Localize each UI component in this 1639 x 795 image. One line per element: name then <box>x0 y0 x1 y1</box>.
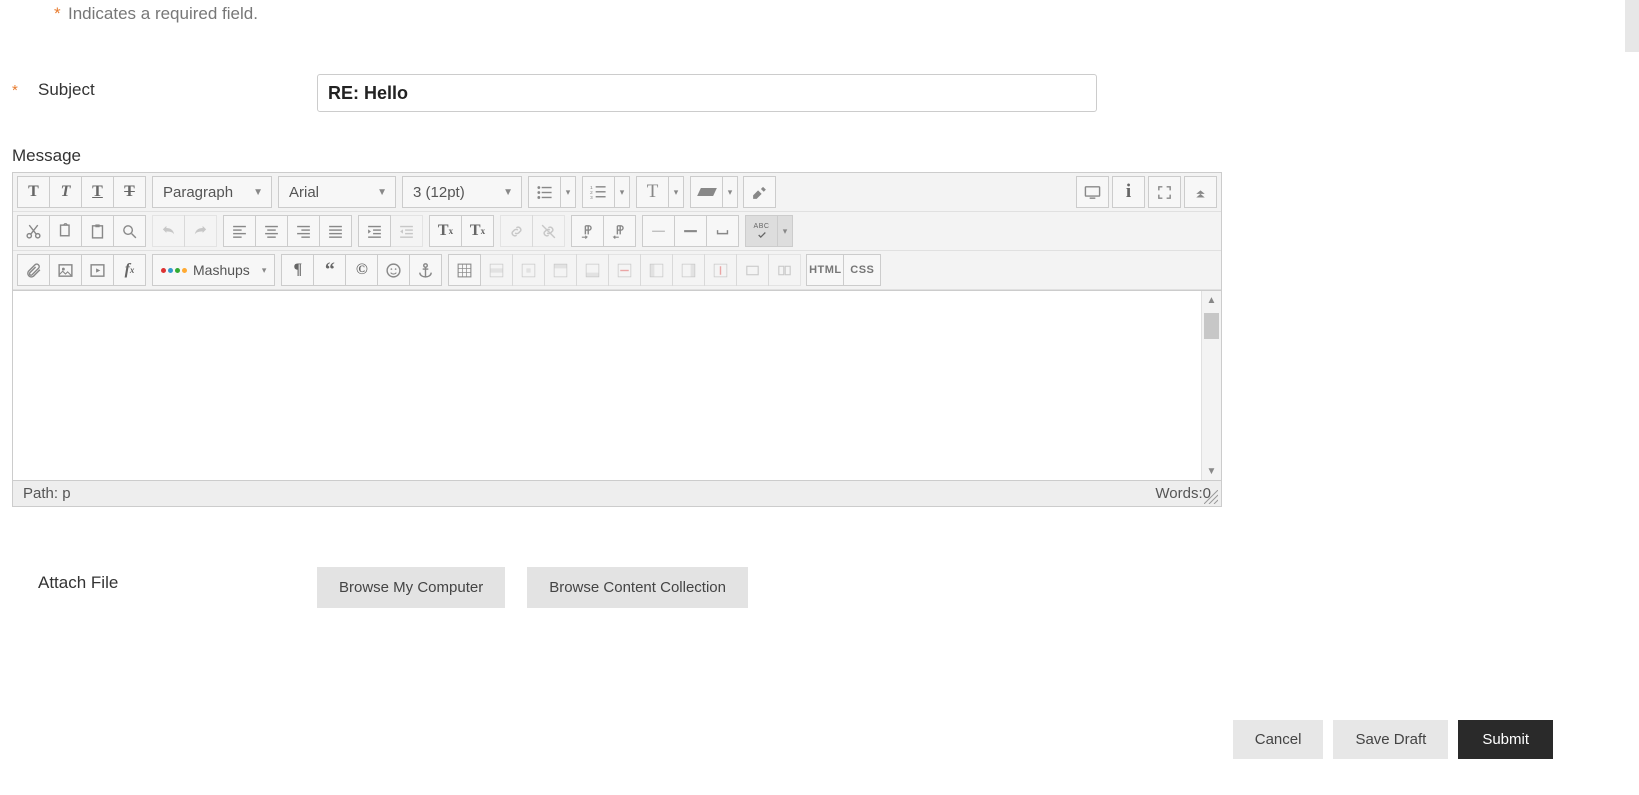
words-label: Words: <box>1155 485 1202 502</box>
rtl-button[interactable] <box>603 215 636 247</box>
remove-link-button[interactable] <box>532 215 565 247</box>
copy-button[interactable] <box>49 215 82 247</box>
scroll-thumb[interactable] <box>1204 313 1219 339</box>
strikethrough-button[interactable]: T <box>113 176 146 208</box>
outdent-button[interactable] <box>390 215 423 247</box>
subscript-button[interactable]: Tx <box>461 215 494 247</box>
table-row-props-button[interactable] <box>480 254 513 286</box>
horizontal-rule-button[interactable] <box>674 215 707 247</box>
attachment-button[interactable] <box>17 254 50 286</box>
table-cell-props-button[interactable] <box>512 254 545 286</box>
delete-col-button[interactable] <box>704 254 737 286</box>
cut-button[interactable] <box>17 215 50 247</box>
paragraph-format-value: Paragraph <box>163 184 233 201</box>
editor-word-count: Words:0 <box>1155 485 1211 502</box>
show-blocks-button[interactable]: ¶ <box>281 254 314 286</box>
spellcheck-button[interactable]: ABC ▾ <box>745 215 793 247</box>
resize-handle[interactable] <box>1204 490 1218 504</box>
paste-button[interactable] <box>81 215 114 247</box>
message-label: Message <box>12 146 1627 166</box>
anchor-button[interactable] <box>409 254 442 286</box>
text-color-button[interactable]: T ▾ <box>636 176 684 208</box>
insert-link-button[interactable] <box>500 215 533 247</box>
paragraph-format-select[interactable]: Paragraph▼ <box>152 176 272 208</box>
undo-button[interactable] <box>152 215 185 247</box>
insert-row-before-button[interactable] <box>544 254 577 286</box>
svg-text:2: 2 <box>590 189 593 195</box>
ltr-button[interactable] <box>571 215 604 247</box>
highlighter-icon <box>697 188 717 196</box>
image-button[interactable] <box>49 254 82 286</box>
editor-scrollbar[interactable]: ▲ ▼ <box>1201 291 1221 480</box>
rich-text-editor: T T T T Paragraph▼ Arial▼ 3 (12pt)▼ ▾ 12… <box>12 172 1222 507</box>
symbol-button[interactable]: © <box>345 254 378 286</box>
align-justify-button[interactable] <box>319 215 352 247</box>
page-scrollbar[interactable] <box>1625 0 1639 52</box>
highlight-color-button[interactable]: ▾ <box>690 176 738 208</box>
required-field-note: * Indicates a required field. <box>12 0 1627 74</box>
font-size-select[interactable]: 3 (12pt)▼ <box>402 176 522 208</box>
horizontal-rule-thin-button[interactable] <box>642 215 675 247</box>
subject-input[interactable] <box>317 74 1097 112</box>
merge-cells-button[interactable] <box>736 254 769 286</box>
browse-my-computer-button[interactable]: Browse My Computer <box>317 567 505 608</box>
required-note-text: Indicates a required field. <box>68 4 258 23</box>
find-button[interactable] <box>113 215 146 247</box>
split-cells-button[interactable] <box>768 254 801 286</box>
delete-row-button[interactable] <box>608 254 641 286</box>
message-body-input[interactable] <box>13 291 1201 480</box>
html-view-button[interactable]: HTML <box>806 254 844 286</box>
save-draft-button[interactable]: Save Draft <box>1333 720 1448 759</box>
svg-text:1: 1 <box>590 184 593 190</box>
asterisk-icon: * <box>54 4 61 24</box>
align-center-button[interactable] <box>255 215 288 247</box>
align-right-button[interactable] <box>287 215 320 247</box>
clear-formatting-button[interactable] <box>743 176 776 208</box>
cancel-button[interactable]: Cancel <box>1233 720 1324 759</box>
mashups-icon <box>161 268 187 273</box>
editor-path: Path: p <box>23 485 71 502</box>
insert-col-before-button[interactable] <box>640 254 673 286</box>
math-button[interactable]: fx <box>113 254 146 286</box>
scroll-up-icon[interactable]: ▲ <box>1202 291 1221 309</box>
superscript-button[interactable]: Tx <box>429 215 462 247</box>
css-view-button[interactable]: CSS <box>843 254 881 286</box>
redo-button[interactable] <box>184 215 217 247</box>
number-list-button[interactable]: 123 ▾ <box>582 176 630 208</box>
mashups-button[interactable]: Mashups ▾ <box>152 254 275 286</box>
emoticon-button[interactable] <box>377 254 410 286</box>
bold-button[interactable]: T <box>17 176 50 208</box>
path-value: p <box>62 485 70 502</box>
align-left-button[interactable] <box>223 215 256 247</box>
insert-row-after-button[interactable] <box>576 254 609 286</box>
font-family-value: Arial <box>289 184 319 201</box>
blockquote-button[interactable]: “ <box>313 254 346 286</box>
scroll-down-icon[interactable]: ▼ <box>1202 462 1221 480</box>
underline-button[interactable]: T <box>81 176 114 208</box>
svg-text:3: 3 <box>590 194 593 200</box>
collapse-toolbar-button[interactable] <box>1184 176 1217 208</box>
browse-content-collection-button[interactable]: Browse Content Collection <box>527 567 748 608</box>
bullet-list-button[interactable]: ▾ <box>528 176 576 208</box>
insert-col-after-button[interactable] <box>672 254 705 286</box>
attach-file-label: Attach File <box>38 573 118 593</box>
preview-button[interactable] <box>1076 176 1109 208</box>
asterisk-icon: * <box>12 82 20 99</box>
media-button[interactable] <box>81 254 114 286</box>
font-size-value: 3 (12pt) <box>413 184 465 201</box>
fullscreen-button[interactable] <box>1148 176 1181 208</box>
font-family-select[interactable]: Arial▼ <box>278 176 396 208</box>
help-button[interactable]: i <box>1112 176 1145 208</box>
path-label: Path: <box>23 485 62 502</box>
submit-button[interactable]: Submit <box>1458 720 1553 759</box>
subject-label: Subject <box>38 80 95 100</box>
insert-table-button[interactable] <box>448 254 481 286</box>
indent-button[interactable] <box>358 215 391 247</box>
italic-button[interactable]: T <box>49 176 82 208</box>
mashups-label: Mashups <box>193 262 250 278</box>
nbsp-button[interactable] <box>706 215 739 247</box>
